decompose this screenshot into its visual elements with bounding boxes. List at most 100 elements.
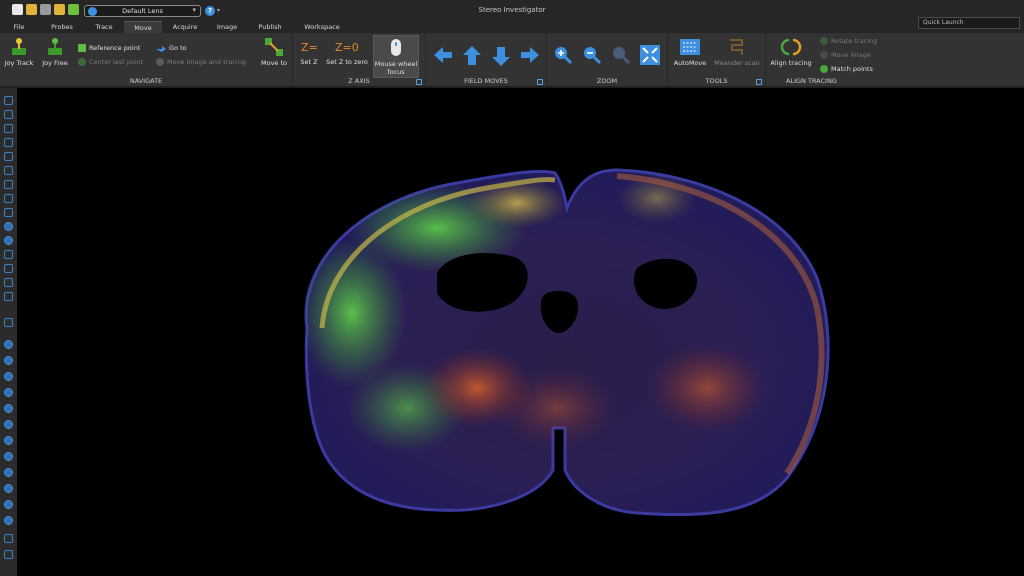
- tool-gear-icon[interactable]: [4, 318, 13, 327]
- group-label-navigate: NAVIGATE: [129, 77, 163, 85]
- tool-marker-5-icon[interactable]: [4, 404, 13, 413]
- group-navigate: Joy Track Joy Free Reference point Cente…: [0, 33, 293, 87]
- tab-trace[interactable]: Trace: [86, 21, 122, 33]
- automove-icon: [680, 39, 700, 55]
- field-moves-settings-icon[interactable]: [537, 79, 543, 85]
- set-z-to-zero-button[interactable]: Z=0 Set Z to zero: [325, 38, 369, 66]
- tool-filled-cross-icon[interactable]: [4, 292, 13, 301]
- tool-marker-10-icon[interactable]: [4, 484, 13, 493]
- mouse-wheel-focus-label: Mouse wheel focus: [374, 60, 418, 76]
- svg-text:Z=0: Z=0: [335, 41, 359, 54]
- tool-marker-12-icon[interactable]: [4, 516, 13, 525]
- automove-button[interactable]: AutoMove: [670, 37, 710, 67]
- tool-arrow-icon[interactable]: [4, 550, 13, 559]
- align-tracing-button[interactable]: Align tracing: [768, 37, 814, 67]
- tool-hexagon-icon[interactable]: [4, 208, 13, 217]
- move-image-tracing-icon: [156, 58, 164, 66]
- tool-filled-diamond-icon[interactable]: [4, 278, 13, 287]
- joy-track-button[interactable]: Joy Track: [2, 37, 36, 67]
- group-label-align-tracing: ALIGN TRACING: [786, 77, 837, 85]
- joy-free-label: Joy Free: [42, 59, 68, 67]
- set-z-icon: Z=: [301, 41, 318, 54]
- tool-dot-icon[interactable]: [4, 222, 13, 231]
- align-tracing-label: Align tracing: [770, 59, 812, 67]
- set-z-zero-label: Set Z to zero: [326, 58, 368, 66]
- group-tools: AutoMove Meander scan TOOLS: [668, 33, 766, 87]
- reference-point-label: Reference point: [89, 44, 141, 52]
- tab-move[interactable]: Move: [124, 21, 162, 33]
- tool-filled-circle-icon[interactable]: [4, 236, 13, 245]
- tool-marker-7-icon[interactable]: [4, 436, 13, 445]
- joy-free-button[interactable]: Joy Free: [38, 37, 72, 67]
- tool-triangle-down-icon[interactable]: [4, 166, 13, 175]
- tool-marker-11-icon[interactable]: [4, 500, 13, 509]
- tool-marker-9-icon[interactable]: [4, 468, 13, 477]
- rotate-tracing-icon: [820, 37, 828, 45]
- tool-close-icon[interactable]: [4, 124, 13, 133]
- go-to-label: Go to: [169, 44, 187, 52]
- meander-scan-button[interactable]: Meander scan: [712, 37, 762, 67]
- group-label-zoom: ZOOM: [596, 77, 618, 85]
- z-axis-settings-icon[interactable]: [416, 79, 422, 85]
- set-z-button[interactable]: Z= Set Z: [297, 38, 321, 66]
- zoom-fit-icon[interactable]: [639, 44, 661, 66]
- tab-acquire[interactable]: Acquire: [165, 21, 205, 33]
- meander-scan-label: Meander scan: [714, 59, 760, 67]
- tool-plus-icon[interactable]: [4, 138, 13, 147]
- tab-publish[interactable]: Publish: [250, 21, 290, 33]
- tool-marker-2-icon[interactable]: [4, 356, 13, 365]
- move-up-icon[interactable]: [461, 45, 483, 67]
- tab-image[interactable]: Image: [208, 21, 246, 33]
- center-last-point-button[interactable]: Center last point: [78, 58, 143, 66]
- tool-filled-down-icon[interactable]: [4, 264, 13, 273]
- mouse-wheel-focus-button[interactable]: Mouse wheel focus: [373, 35, 419, 78]
- tool-snowflake-icon[interactable]: [4, 534, 13, 543]
- tool-marker-8-icon[interactable]: [4, 452, 13, 461]
- move-to-label: Move to: [260, 59, 288, 67]
- match-points-label: Match points: [831, 65, 873, 73]
- move-down-icon[interactable]: [490, 45, 512, 67]
- joy-track-label: Joy Track: [4, 59, 34, 67]
- tool-filled-triangle-icon[interactable]: [4, 250, 13, 259]
- tab-file[interactable]: File: [8, 21, 30, 33]
- tab-workspace[interactable]: Workspace: [297, 21, 347, 33]
- tool-marker-6-icon[interactable]: [4, 420, 13, 429]
- tool-marker-4-icon[interactable]: [4, 388, 13, 397]
- tool-square-icon[interactable]: [4, 180, 13, 189]
- set-z-zero-icon: Z=0: [335, 41, 359, 54]
- zoom-100-icon[interactable]: [611, 45, 631, 65]
- center-point-icon: [78, 58, 86, 66]
- move-image-and-tracing-button[interactable]: Move image and tracing: [156, 58, 246, 66]
- center-last-point-label: Center last point: [89, 58, 144, 66]
- tab-probes[interactable]: Probes: [44, 21, 80, 33]
- move-right-icon[interactable]: [519, 45, 541, 65]
- group-z-axis: Z= Set Z Z=0 Set Z to zero Mouse wheel f…: [293, 33, 426, 87]
- move-to-button[interactable]: Move to: [256, 37, 292, 67]
- align-tracing-icon: [780, 38, 802, 56]
- tools-settings-icon[interactable]: [756, 79, 762, 85]
- tool-marker-1-icon[interactable]: [4, 340, 13, 349]
- go-to-button[interactable]: Go to: [156, 44, 187, 52]
- quick-launch-input[interactable]: Quick Launch: [918, 17, 1020, 29]
- move-image-button[interactable]: Move image: [820, 51, 871, 59]
- match-points-button[interactable]: Match points: [820, 65, 873, 73]
- set-z-label: Set Z: [300, 58, 318, 66]
- tool-triangle-icon[interactable]: [4, 152, 13, 161]
- group-align-tracing: Align tracing Rotate tracing Move image …: [766, 33, 1024, 87]
- tool-circle-icon[interactable]: [4, 110, 13, 119]
- image-canvas[interactable]: [17, 88, 1024, 576]
- reference-point-button[interactable]: Reference point: [78, 44, 140, 52]
- joystick-icon: [12, 38, 26, 55]
- tool-select-icon[interactable]: [4, 96, 13, 105]
- rotate-tracing-label: Rotate tracing: [831, 37, 878, 45]
- ribbon-tabs: File Probes Trace Move Acquire Image Pub…: [0, 21, 1024, 33]
- joystick-free-icon: [48, 38, 62, 55]
- tool-diamond-icon[interactable]: [4, 194, 13, 203]
- brain-section-image: [304, 168, 830, 517]
- automove-label: AutoMove: [673, 59, 707, 67]
- zoom-in-icon[interactable]: [553, 45, 573, 65]
- tool-marker-3-icon[interactable]: [4, 372, 13, 381]
- zoom-out-icon[interactable]: [582, 45, 602, 65]
- move-left-icon[interactable]: [432, 45, 454, 65]
- rotate-tracing-button[interactable]: Rotate tracing: [820, 37, 877, 45]
